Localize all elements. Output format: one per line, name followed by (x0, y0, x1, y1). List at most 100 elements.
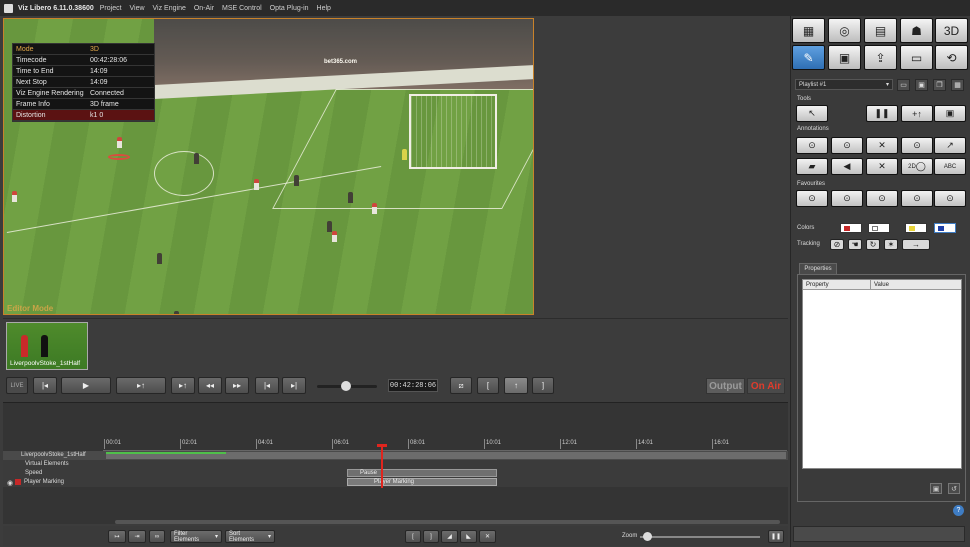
telestrator-icon[interactable]: ✎ (792, 45, 825, 70)
save-properties-icon[interactable]: ▣ (930, 483, 942, 494)
capture-icon[interactable]: ◎ (828, 18, 861, 43)
output-button[interactable]: Output (706, 378, 745, 394)
timecode-display[interactable]: 00:42:28:06 (388, 379, 438, 392)
player-marking-segment[interactable]: Player Marking (347, 478, 497, 486)
tracking-star-icon[interactable]: ✶ (884, 239, 898, 250)
mark-position-button[interactable]: ↑ (504, 377, 528, 394)
arrow-icon[interactable]: ↗ (934, 137, 966, 154)
on-air-button[interactable]: On Air (747, 378, 785, 394)
play-button[interactable]: ▶ (61, 377, 111, 394)
camera-tool-icon[interactable]: ▣ (934, 105, 966, 122)
add-keyframe-icon[interactable]: +↑ (901, 105, 933, 122)
folder-icon[interactable]: ▭ (897, 79, 910, 91)
previous-frame-button[interactable]: |◂ (255, 377, 279, 394)
player-marking-ring (108, 154, 130, 160)
color-swatch-yellow[interactable] (905, 223, 927, 233)
playlist-select[interactable]: Playlist #1 ▾ (795, 79, 893, 90)
property-column-header: Property (803, 280, 871, 289)
info-row-time-to-end: Time to End 14:09 (13, 66, 154, 77)
pause-icon[interactable]: ❚❚ (768, 530, 784, 543)
pause-tool-icon[interactable]: ❚❚ (866, 105, 898, 122)
player-highlight-icon[interactable]: ✕ (866, 158, 898, 175)
timeline-ruler[interactable]: 00:01 02:01 04:01 06:01 08:01 10:01 12:0… (103, 439, 787, 451)
favourite-1-icon[interactable]: ⊙ (796, 190, 828, 207)
zoom-slider-knob[interactable] (642, 532, 652, 541)
import-icon[interactable]: ⇥ (128, 530, 146, 543)
tracking-forward-icon[interactable]: → (902, 239, 930, 250)
properties-tab[interactable]: Properties (799, 263, 837, 274)
pause-segment[interactable]: Pause (347, 469, 497, 477)
link-icon[interactable]: ∞ (149, 530, 165, 543)
menu-viz-engine[interactable]: Viz Engine (153, 5, 186, 12)
timeline-tick: 06:01 (331, 439, 350, 449)
menu-help[interactable]: Help (317, 5, 331, 12)
color-swatch-white[interactable] (868, 223, 890, 233)
rewind-button[interactable]: ◂◂ (198, 377, 222, 394)
help-icon[interactable]: ? (953, 505, 964, 516)
color-swatch-blue[interactable] (934, 223, 956, 233)
select-tool-icon[interactable]: ↖ (796, 105, 828, 122)
film-clip-icon[interactable]: ▦ (792, 18, 825, 43)
tracking-off-icon[interactable]: ⊘ (830, 239, 844, 250)
player-link-icon[interactable]: ⊙ (901, 137, 933, 154)
video-viewer[interactable]: bet365.com Editor Mode Mode 3D Timecode 00… (3, 18, 534, 315)
camera-icon[interactable]: ▣ (828, 45, 861, 70)
add-track-icon[interactable]: ↦ (108, 530, 126, 543)
ramp-up-icon[interactable]: ◢ (441, 530, 458, 543)
storyboard-icon[interactable]: ▤ (864, 18, 897, 43)
mark-out-button[interactable]: ] (532, 377, 554, 394)
clip-thumbnail[interactable]: LiverpoolvStoke_1stHalf (6, 322, 88, 370)
offside-line-icon[interactable]: ▰ (796, 158, 828, 175)
reset-properties-icon[interactable]: ↺ (948, 483, 960, 494)
runner-icon[interactable]: ☗ (900, 18, 933, 43)
3d-icon[interactable]: 3D (935, 18, 968, 43)
zoom-slider-track[interactable] (640, 536, 760, 538)
playhead[interactable] (381, 446, 383, 488)
menu-mse-control[interactable]: MSE Control (222, 5, 262, 12)
circle-2d-icon[interactable]: 2D ◯ (901, 158, 933, 175)
copy-icon[interactable]: ❐ (933, 79, 946, 91)
player-name-icon[interactable]: ⊙ (831, 137, 863, 154)
visibility-eye-icon[interactable]: ◉ (7, 479, 13, 488)
timeline-scrollbar[interactable] (115, 520, 780, 524)
filter-elements-dropdown[interactable]: Filter Elements ▾ (170, 530, 222, 543)
menu-on-air[interactable]: On-Air (194, 5, 214, 12)
mark-button[interactable]: ▸↑ (171, 377, 195, 394)
bracket-out-button[interactable]: ] (423, 530, 439, 543)
aspect-icon[interactable]: ⧄ (450, 377, 472, 394)
step-forward-button[interactable]: ▸↑ (116, 377, 166, 394)
tracking-hand-icon[interactable]: ☚ (848, 239, 862, 250)
sort-elements-dropdown[interactable]: Sort Elements ▾ (225, 530, 275, 543)
fast-forward-button[interactable]: ▸▸ (225, 377, 249, 394)
live-button[interactable]: LIVE (6, 377, 28, 394)
bracket-in-button[interactable]: [ (405, 530, 421, 543)
pitch-icon[interactable]: ▭ (900, 45, 933, 70)
favourite-2-icon[interactable]: ⊙ (831, 190, 863, 207)
cross-icon[interactable]: ✕ (866, 137, 898, 154)
player-ring-icon[interactable]: ⊙ (796, 137, 828, 154)
color-swatch-red[interactable] (840, 223, 862, 233)
next-frame-button[interactable]: ▸| (282, 377, 306, 394)
menu-project[interactable]: Project (100, 5, 122, 12)
menu-opta-plugin[interactable]: Opta Plug-in (270, 5, 309, 12)
menu-view[interactable]: View (130, 5, 145, 12)
track-virtual-elements[interactable]: Virtual Elements (3, 460, 788, 469)
go-to-start-button[interactable]: |◂ (33, 377, 57, 394)
delete-x-icon[interactable]: ✕ (479, 530, 496, 543)
properties-table[interactable]: Property Value (802, 279, 962, 469)
upload-icon[interactable]: ⇪ (864, 45, 897, 70)
ramp-down-icon[interactable]: ◣ (460, 530, 477, 543)
favourite-4-icon[interactable]: ⊙ (901, 190, 933, 207)
jog-slider-knob[interactable] (340, 381, 351, 391)
mark-in-button[interactable]: [ (477, 377, 499, 394)
delete-playlist-icon[interactable]: ▦ (951, 79, 964, 91)
status-field (793, 526, 965, 542)
tracking-refresh-icon[interactable]: ↻ (866, 239, 880, 250)
player (372, 203, 377, 214)
text-label-icon[interactable]: ABC (934, 158, 966, 175)
save-playlist-icon[interactable]: ▣ (915, 79, 928, 91)
favourite-5-icon[interactable]: ⊙ (934, 190, 966, 207)
spotlight-icon[interactable]: ◀ (831, 158, 863, 175)
favourite-3-icon[interactable]: ⊙ (866, 190, 898, 207)
360-icon[interactable]: ⟲ (935, 45, 968, 70)
